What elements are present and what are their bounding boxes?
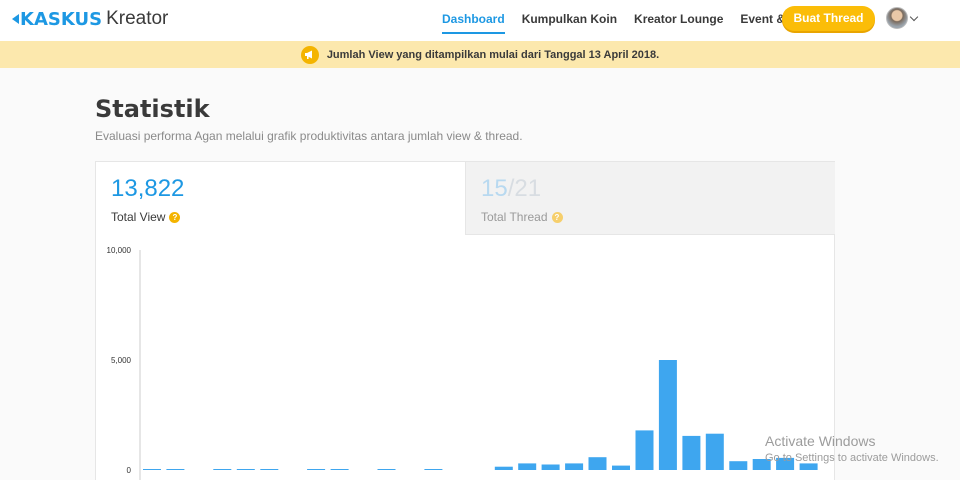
chart-bar[interactable] [518,463,537,470]
chart-bar[interactable] [330,469,349,470]
chart-bar[interactable] [565,463,584,470]
thread-total-number: 21 [514,175,542,202]
thread-current: 15 [481,175,508,202]
y-tick-label: 10,000 [107,246,132,255]
chart-bar[interactable] [799,463,818,470]
question-icon[interactable]: ? [169,211,181,223]
chart-bar[interactable] [424,469,443,470]
chart-bar[interactable] [682,435,701,470]
chevron-down-icon[interactable] [909,12,919,21]
total-view-label: Total View ? [111,210,181,224]
total-view-label-text: Total View [111,210,166,224]
nav-kumpulkan-koin[interactable]: Kumpulkan Koin [522,12,617,34]
page-subtitle: Evaluasi performa Agan melalui grafik pr… [95,129,523,143]
chart-bar[interactable] [612,465,630,470]
chart-bar[interactable] [213,469,232,470]
total-thread-label-text: Total Thread [481,210,548,224]
notice-text: Jumlah View yang ditampilkan mulai dari … [326,48,660,61]
kaskus-kreator-logo[interactable]: KASKUS Kreator [12,7,168,31]
chart-bar[interactable] [166,469,185,470]
logo-arrow-icon [12,14,19,24]
nav-kreator-lounge[interactable]: Kreator Lounge [634,12,723,34]
chart-bar[interactable] [143,469,161,470]
chart-bar[interactable] [260,469,279,470]
chart-bar[interactable] [729,461,748,470]
question-icon[interactable]: ? [551,211,563,223]
notice-banner: Jumlah View yang ditampilkan mulai dari … [0,41,960,68]
user-avatar[interactable] [886,7,908,29]
windows-activation-watermark: Activate Windows Go to Settings to activ… [765,433,939,464]
chart-bar[interactable] [658,360,677,470]
total-view-value: 13,822 [111,175,185,202]
logo-brand: KASKUS [20,8,103,30]
total-thread-value: 15/21 [481,175,541,203]
chart-bar[interactable] [236,469,255,470]
page-title: Statistik [95,95,210,123]
thread-total: /21 [507,175,542,202]
chart-bar[interactable] [377,469,396,470]
watermark-line2: Go to Settings to activate Windows. [765,452,939,464]
total-thread-label: Total Thread ? [481,210,563,224]
chart-bar[interactable] [588,457,607,470]
chart-bar[interactable] [494,466,513,470]
tab-total-thread[interactable]: 15/21 Total Thread ? [465,162,835,235]
top-navbar: KASKUS Kreator Dashboard Kumpulkan Koin … [0,0,960,41]
chart-bar[interactable] [705,433,724,470]
y-tick-label: 5,000 [111,356,132,365]
chart-bar[interactable] [635,430,654,470]
user-menu[interactable] [886,7,919,29]
nav-dashboard[interactable]: Dashboard [442,12,505,34]
create-thread-button[interactable]: Buat Thread [782,6,875,31]
chart-bar[interactable] [307,469,326,470]
watermark-line1: Activate Windows [765,433,876,449]
logo-product: Kreator [106,8,169,29]
megaphone-icon [300,45,319,64]
tab-total-view[interactable]: 13,822 Total View ? [96,162,466,235]
chart-bar[interactable] [541,464,560,471]
y-tick-label: 0 [127,466,132,475]
